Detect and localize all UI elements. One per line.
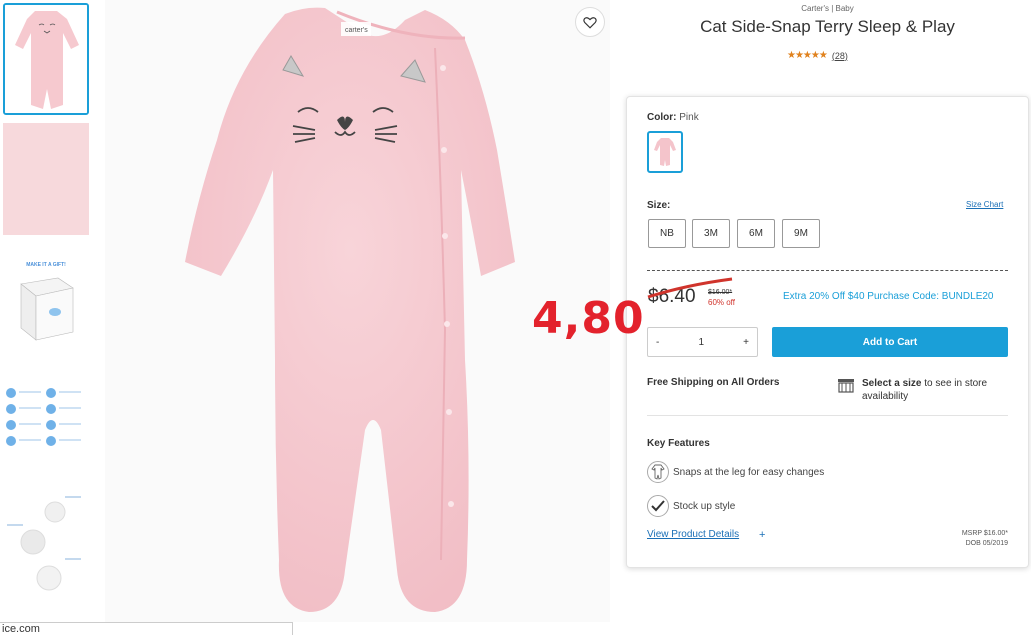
favorite-button[interactable]: [575, 7, 605, 37]
color-swatch-pink[interactable]: [647, 131, 683, 173]
thumbnail-2-fabric[interactable]: [3, 123, 89, 235]
status-url: ice.com: [0, 622, 293, 635]
svg-text:carter's: carter's: [345, 27, 368, 34]
add-to-cart-button[interactable]: Add to Cart: [772, 327, 1008, 357]
quantity-increase-button[interactable]: +: [743, 337, 749, 348]
gift-thumbnail-title: MAKE IT A GIFT!: [26, 262, 66, 268]
product-rating[interactable]: ★★★★★ (28): [787, 50, 848, 61]
quantity-decrease-button[interactable]: -: [656, 337, 659, 348]
onesie-outline-icon: [651, 464, 665, 480]
expand-details-icon[interactable]: +: [759, 529, 765, 541]
details-collage-image: [7, 496, 81, 591]
feature-stock-up-text: Stock up style: [673, 501, 736, 512]
dob-text: DOB 05/2019: [965, 540, 1008, 547]
free-shipping-text: Free Shipping on All Orders: [647, 377, 780, 388]
key-features-title: Key Features: [647, 438, 710, 449]
size-option-6m[interactable]: 6M: [737, 219, 775, 248]
swatch-onesie-icon: [654, 138, 676, 166]
rating-stars: ★★★★★: [787, 50, 828, 61]
product-title: Cat Side-Snap Terry Sleep & Play: [700, 17, 955, 36]
color-label-text: Color:: [647, 112, 677, 123]
feature-snaps-text: Snaps at the leg for easy changes: [673, 467, 825, 478]
original-price: $16.00*: [708, 289, 733, 296]
checkmark-icon: [647, 495, 669, 517]
size-option-nb[interactable]: NB: [648, 219, 686, 248]
product-page: MAKE IT A GIFT! carter's ice.com Carter'…: [0, 0, 1031, 635]
size-option-3m[interactable]: 3M: [692, 219, 730, 248]
features-divider: [647, 415, 1008, 416]
heart-icon: [583, 16, 597, 29]
overlay-price-annotation: 4,80: [532, 293, 645, 344]
snaps-icon: [647, 461, 669, 483]
msrp-info: MSRP $16.00* DOB 05/2019: [927, 529, 1008, 549]
features-grid-image: [6, 388, 81, 446]
review-count-link[interactable]: (28): [832, 51, 848, 61]
discount-percent: 60% off: [708, 298, 735, 307]
color-label: Color: Pink: [647, 112, 699, 123]
thumbnail-5-details[interactable]: [3, 486, 89, 598]
thumbnail-4-features[interactable]: [3, 365, 89, 477]
thumbnail-3-gift[interactable]: MAKE IT A GIFT!: [3, 244, 89, 356]
size-chart-link[interactable]: Size Chart: [966, 200, 1003, 209]
size-label: Size:: [647, 200, 671, 211]
store-select-size-text: Select a size: [862, 378, 922, 389]
quantity-value[interactable]: 1: [698, 337, 704, 348]
color-value: Pink: [679, 112, 699, 123]
size-option-9m[interactable]: 9M: [782, 219, 820, 248]
thumbnail-1[interactable]: [3, 3, 89, 115]
store-icon: [838, 379, 854, 393]
price-divider: [647, 270, 1008, 271]
onesie-thumbnail-image: [5, 5, 87, 113]
msrp-text: MSRP $16.00*: [961, 530, 1008, 537]
store-availability-text: Select a size to see in store availabili…: [862, 377, 1012, 403]
quantity-stepper: - 1 +: [647, 327, 758, 357]
purchase-panel: Color: Pink Size: Size Chart NB 3M 6M 9M…: [626, 96, 1029, 568]
gift-box-image: [20, 277, 74, 341]
product-brand: Carter's | Baby: [801, 4, 854, 13]
view-product-details-link[interactable]: View Product Details: [647, 529, 739, 540]
check-icon: [651, 500, 665, 512]
promo-code-text: Extra 20% Off $40 Purchase Code: BUNDLE2…: [783, 291, 994, 302]
